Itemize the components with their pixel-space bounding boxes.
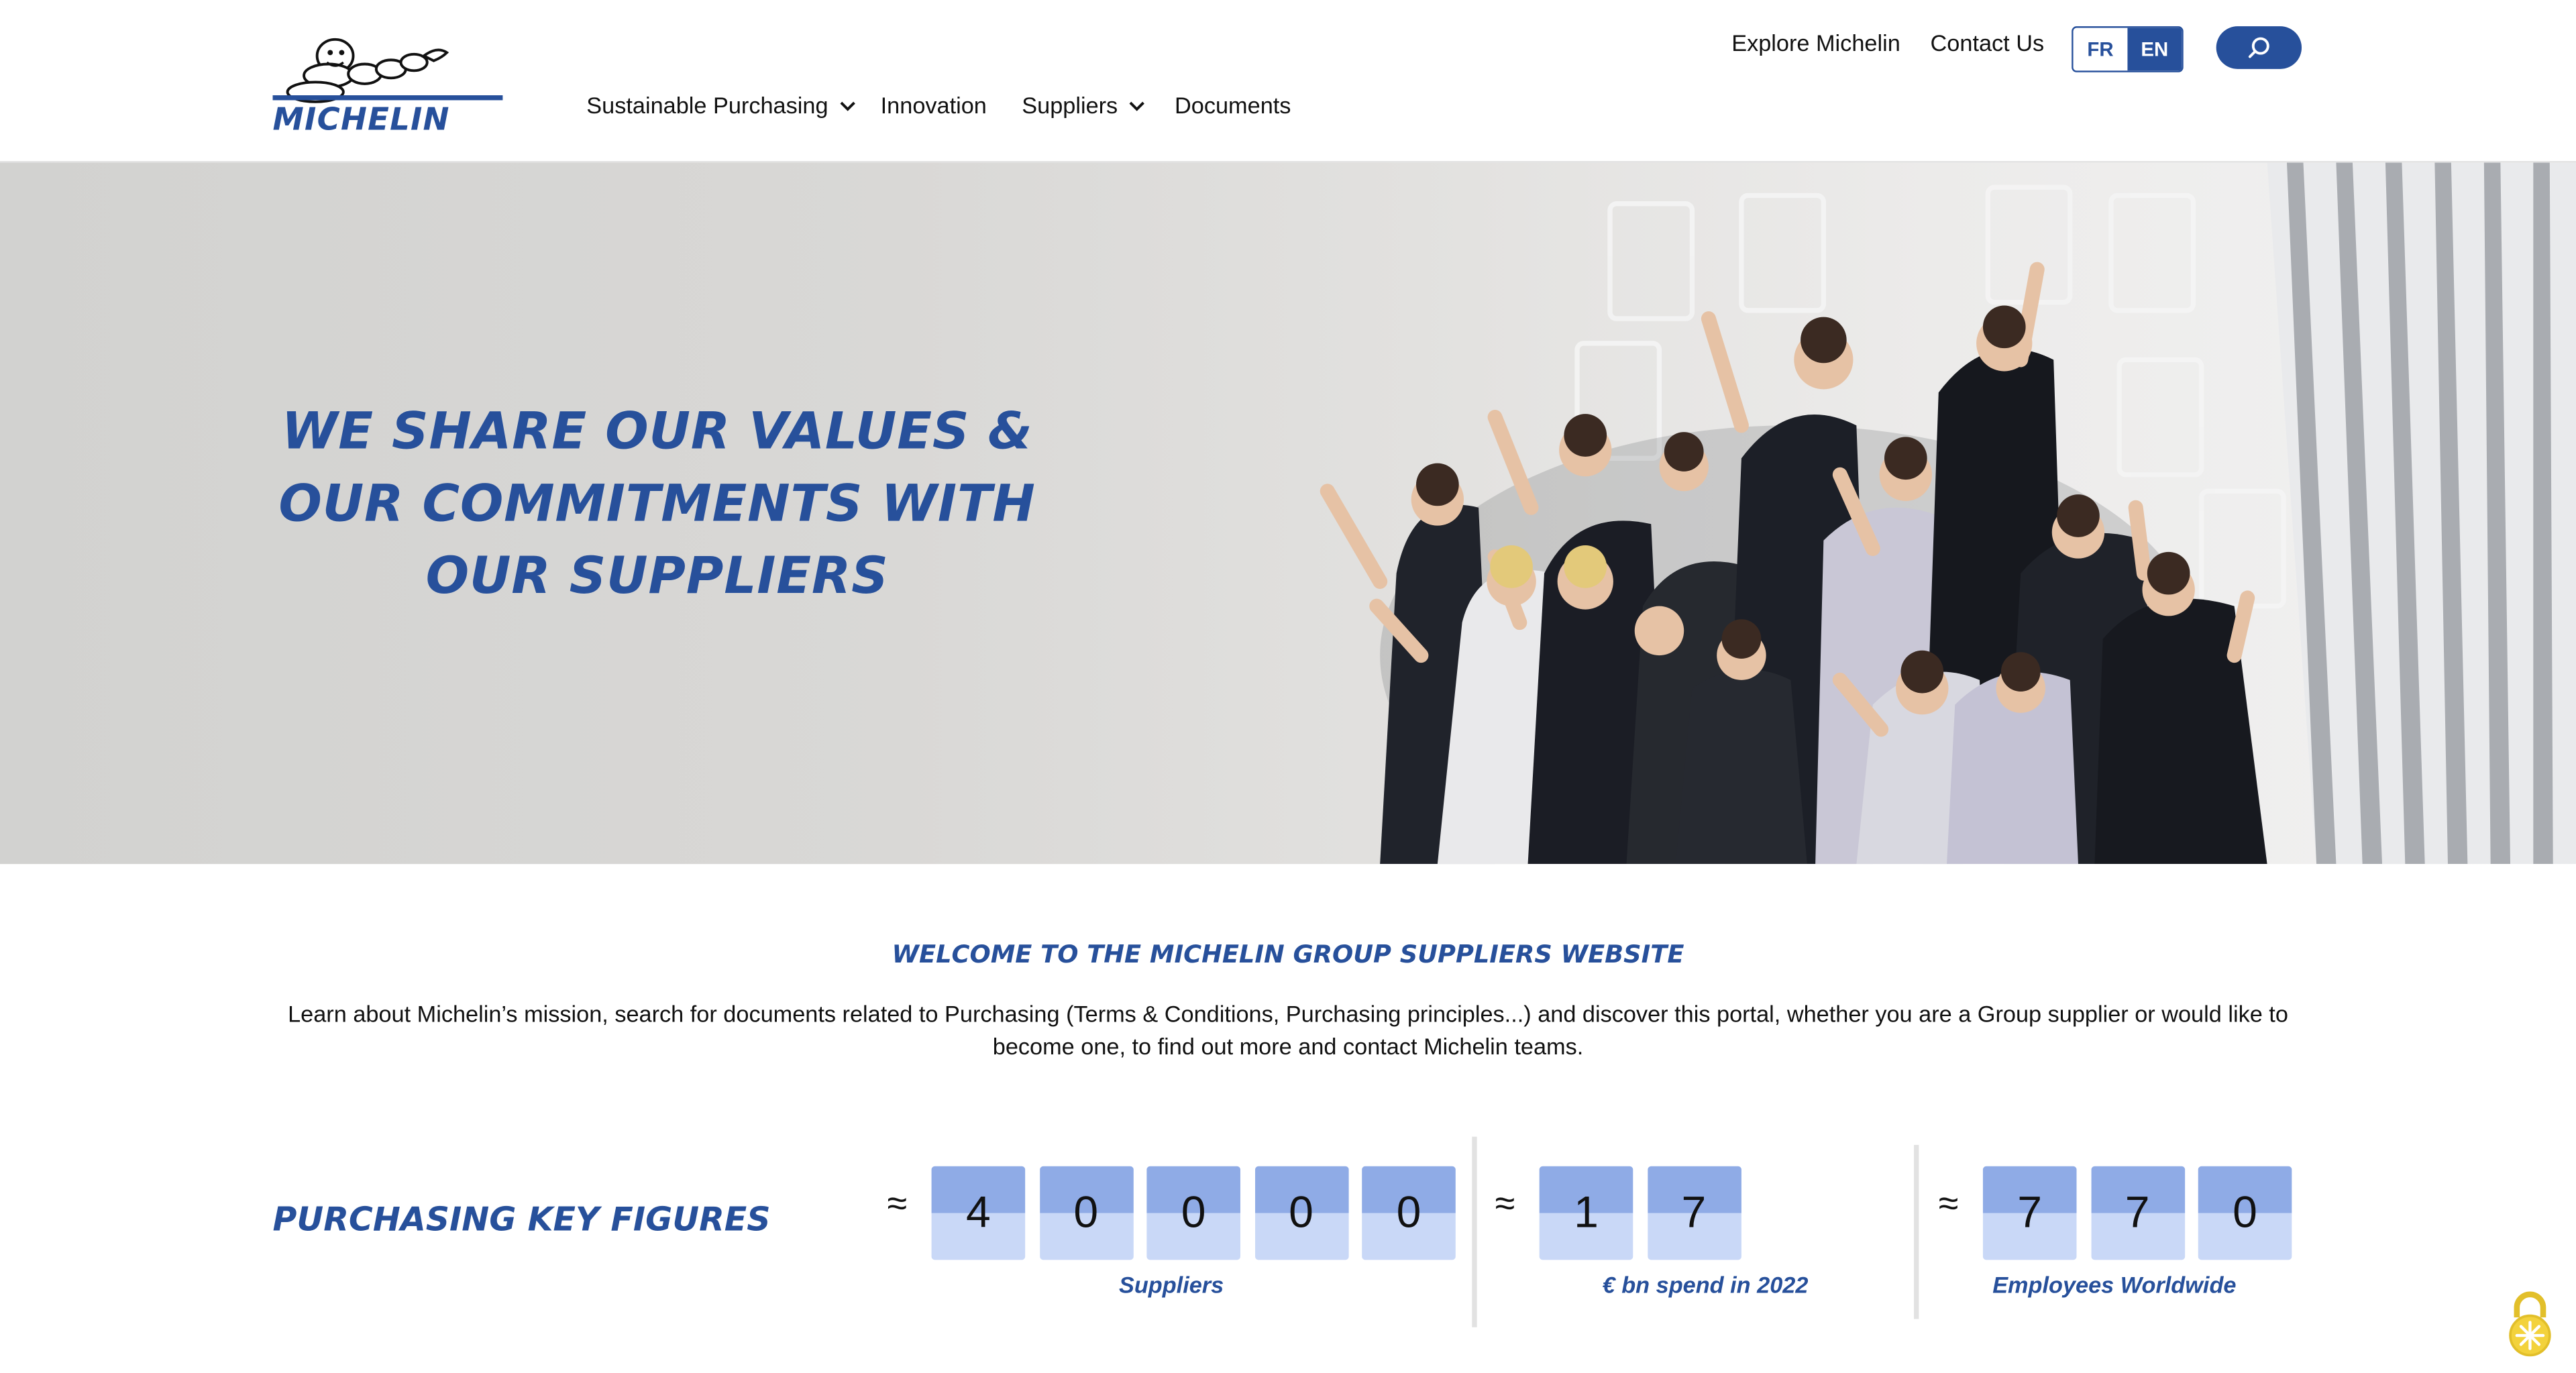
hero-banner: We share our values & our commitments wi… xyxy=(0,162,2576,865)
hero-headline-line: our commitments with xyxy=(278,474,1036,534)
language-switcher: FR EN xyxy=(2072,26,2184,72)
window-frames xyxy=(2267,162,2576,865)
logo-underline xyxy=(272,95,503,101)
bibendum-icon xyxy=(286,38,449,103)
nav-sustainable-purchasing[interactable]: Sustainable Purchasing xyxy=(586,92,856,118)
hero-photo-suppliers-team xyxy=(1320,162,2576,865)
figure-employees-label: Employees Worldwide xyxy=(1992,1271,2237,1298)
chevron-down-icon xyxy=(840,101,856,111)
figure-suppliers-label: Suppliers xyxy=(1118,1271,1224,1298)
nav-label: Innovation xyxy=(880,92,987,119)
hero-headline-line: our suppliers xyxy=(425,547,889,606)
padlock-cookie-icon xyxy=(2509,1291,2551,1357)
approx-symbol: ≈ xyxy=(887,1183,908,1224)
michelin-logo[interactable]: MICHELIN xyxy=(272,30,503,138)
nav-suppliers[interactable]: Suppliers xyxy=(1022,92,1146,118)
lang-fr-button[interactable]: FR xyxy=(2073,28,2128,71)
counter-digit: 0 xyxy=(2198,1166,2292,1260)
welcome-paragraph: Learn about Michelin’s mission, search f… xyxy=(288,1000,2288,1060)
logo-wordmark: MICHELIN xyxy=(272,101,450,138)
counter-digit: 7 xyxy=(1647,1166,1741,1260)
figure-spend-label: € bn spend in 2022 xyxy=(1602,1271,1809,1298)
explore-michelin-link[interactable]: Explore Michelin xyxy=(1731,30,1900,56)
hero-headline-line: We share our values & xyxy=(281,402,1033,462)
search-icon xyxy=(2248,37,2269,58)
counter-digit: 7 xyxy=(1982,1166,2077,1260)
key-figures-heading: Purchasing key figures xyxy=(272,1199,771,1239)
hero-headline: We share our values & our commitments wi… xyxy=(180,396,1133,612)
counter-digit: 7 xyxy=(2090,1166,2184,1260)
nav-innovation[interactable]: Innovation xyxy=(881,92,987,118)
counter-digit: 0 xyxy=(1146,1166,1240,1260)
lang-en-button[interactable]: EN xyxy=(2127,28,2182,71)
counter-digit: 0 xyxy=(1362,1166,1456,1260)
figure-suppliers-digits: 4 0 0 0 0 xyxy=(931,1166,1456,1260)
counter-digit: 0 xyxy=(1038,1166,1133,1260)
nav-label: Suppliers xyxy=(1022,92,1118,119)
nav-label: Sustainable Purchasing xyxy=(586,92,828,119)
figure-divider xyxy=(1472,1136,1477,1327)
counter-digit: 4 xyxy=(931,1166,1026,1260)
welcome-heading: Welcome to the Michelin Group suppliers … xyxy=(892,939,1684,969)
chevron-down-icon xyxy=(1130,101,1145,111)
nav-documents[interactable]: Documents xyxy=(1175,92,1291,118)
counter-digit: 1 xyxy=(1539,1166,1633,1260)
site-header: MICHELIN Explore Michelin Contact Us FR … xyxy=(0,0,2576,163)
contact-us-link[interactable]: Contact Us xyxy=(1931,30,2045,56)
approx-symbol: ≈ xyxy=(1938,1183,1959,1224)
approx-symbol: ≈ xyxy=(1495,1183,1515,1224)
search-button[interactable] xyxy=(2216,26,2302,69)
counter-digit: 0 xyxy=(1254,1166,1348,1260)
cookie-settings-button[interactable] xyxy=(2504,1289,2556,1358)
figure-spend-digits: 1 7 xyxy=(1539,1166,1741,1260)
figure-divider xyxy=(1914,1144,1919,1319)
figure-employees-digits: 7 7 0 xyxy=(1982,1166,2292,1260)
nav-label: Documents xyxy=(1175,92,1291,119)
